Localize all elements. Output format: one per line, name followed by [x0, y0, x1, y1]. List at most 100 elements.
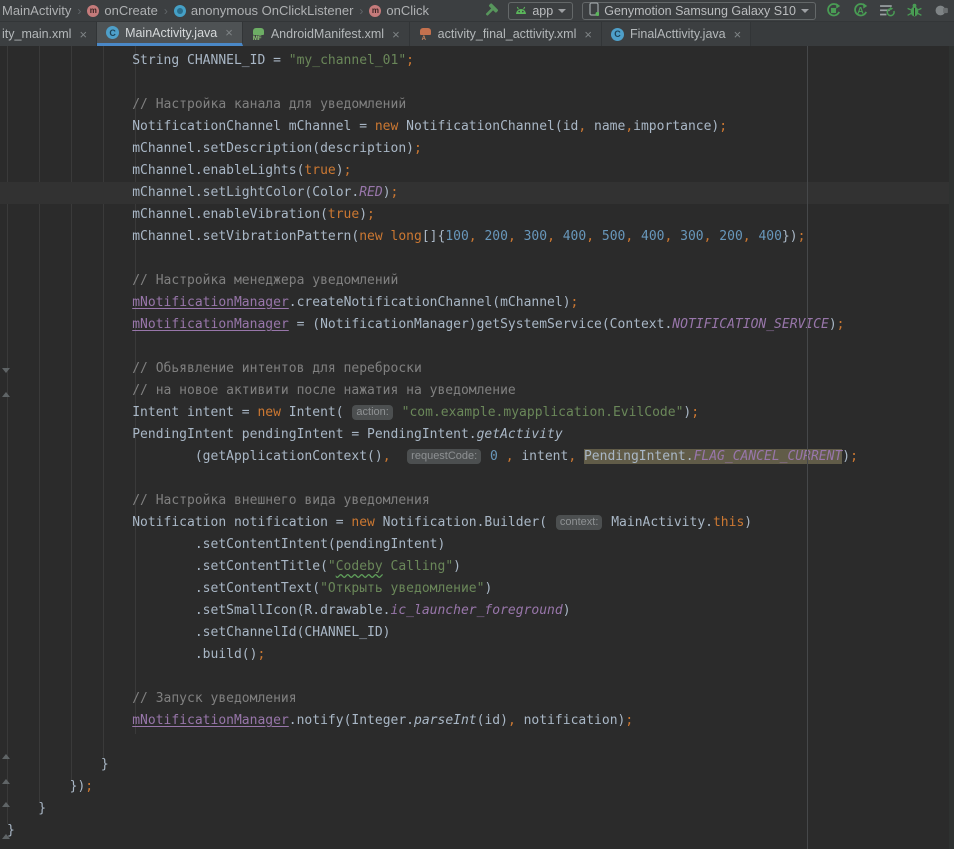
code-token: NOTIFICATION_SERVICE	[672, 317, 829, 332]
tab-label: MainActivity.java	[125, 26, 217, 40]
tab-close-icon[interactable]: ×	[390, 28, 400, 41]
code-area[interactable]: String CHANNEL_ID = "my_channel_01"; // …	[0, 46, 954, 842]
tab-close-icon[interactable]: ×	[582, 28, 592, 41]
tabs: ity_main.xml×MainActivity.java×AndroidMa…	[0, 22, 751, 46]
code-line[interactable]	[0, 72, 954, 94]
rerun-icon[interactable]	[879, 2, 896, 19]
code-line[interactable]: .setSmallIcon(R.drawable.ic_launcher_for…	[0, 600, 954, 622]
code-line[interactable]: .setContentIntent(pendingIntent)	[0, 534, 954, 556]
code-line[interactable]: NotificationChannel mChannel = new Notif…	[0, 116, 954, 138]
code-line[interactable]: mChannel.setLightColor(Color.RED);	[0, 182, 954, 204]
code-token: NotificationChannel(id	[398, 119, 578, 134]
run-config-dropdown[interactable]: app	[508, 2, 573, 20]
code-token: ;	[406, 53, 414, 68]
code-line[interactable]: .setContentTitle("Codeby Calling")	[0, 556, 954, 578]
code-line[interactable]	[0, 336, 954, 358]
debug-icon[interactable]	[906, 2, 923, 19]
code-token: action:	[352, 405, 392, 420]
device-dropdown[interactable]: Genymotion Samsung Galaxy S10	[582, 2, 816, 20]
code-token: ;	[719, 119, 727, 134]
code-line[interactable]: PendingIntent pendingIntent = PendingInt…	[0, 424, 954, 446]
code-line[interactable]: // Настройка внешнего вида уведомления	[0, 490, 954, 512]
code-token: })	[782, 229, 798, 244]
breadcrumb-separator-icon: ›	[163, 4, 169, 18]
fold-marker-icon[interactable]	[2, 779, 10, 784]
android-head-icon	[515, 4, 527, 18]
code-token: )	[453, 559, 461, 574]
tab-close-icon[interactable]: ×	[77, 28, 87, 41]
code-token: String CHANNEL_ID =	[7, 53, 289, 68]
tab-finalacttivity-java[interactable]: FinalActtivity.java ×	[602, 22, 751, 46]
tab-ity-main-xml[interactable]: ity_main.xml ×	[0, 22, 97, 46]
breadcrumb-item[interactable]: MainActivity	[2, 3, 71, 18]
code-token: )	[336, 163, 344, 178]
code-token: mNotificationManager	[132, 317, 289, 332]
apply-code-changes-icon[interactable]: A	[852, 2, 869, 19]
code-token: // Настройка менеджера уведомлений	[7, 273, 398, 288]
breadcrumb-item[interactable]: onClick	[386, 3, 429, 18]
code-token: ,	[586, 229, 594, 244]
editor-scrollbar[interactable]	[949, 46, 954, 849]
tab-androidmanifest-xml[interactable]: AndroidManifest.xml×	[243, 22, 410, 46]
code-line[interactable]: Notification notification = new Notifica…	[0, 512, 954, 534]
code-line[interactable]: mChannel.setVibrationPattern(new long[]{…	[0, 226, 954, 248]
code-line[interactable]: // Настройка канала для уведомлений	[0, 94, 954, 116]
code-token: Calling"	[383, 559, 453, 574]
code-line[interactable]	[0, 732, 954, 754]
editor[interactable]: String CHANNEL_ID = "my_channel_01"; // …	[0, 46, 954, 849]
tab-label: ity_main.xml	[2, 27, 71, 41]
code-line[interactable]: // на новое активити после нажатия на ув…	[0, 380, 954, 402]
code-line[interactable]: mNotificationManager.notify(Integer.pars…	[0, 710, 954, 732]
code-token: 100	[445, 229, 468, 244]
code-line[interactable]: }	[0, 820, 954, 842]
code-line[interactable]: mChannel.enableLights(true);	[0, 160, 954, 182]
code-line[interactable]: // Обьявление интентов для переброски	[0, 358, 954, 380]
build-hammer-icon[interactable]	[482, 2, 499, 19]
code-token: NotificationChannel mChannel =	[7, 119, 375, 134]
code-line[interactable]	[0, 468, 954, 490]
code-token: )	[829, 317, 837, 332]
code-token: long	[391, 229, 422, 244]
tab-close-icon[interactable]: ×	[732, 28, 742, 41]
code-line[interactable]: });	[0, 776, 954, 798]
code-token: this	[713, 515, 744, 530]
code-line[interactable]	[0, 666, 954, 688]
code-line[interactable]: mChannel.enableVibration(true);	[0, 204, 954, 226]
code-line[interactable]: String CHANNEL_ID = "my_channel_01";	[0, 50, 954, 72]
tab-mainactivity-java[interactable]: MainActivity.java ×	[97, 22, 243, 46]
tabbar-filler	[751, 22, 954, 46]
breadcrumb-item[interactable]: onCreate	[104, 3, 157, 18]
tab-close-icon[interactable]: ×	[223, 26, 233, 39]
fold-marker-icon[interactable]	[2, 802, 10, 807]
code-token: )	[842, 449, 850, 464]
code-token: = (NotificationManager)getSystemService(…	[289, 317, 673, 332]
code-line[interactable]: (getApplicationContext(), requestCode: 0…	[0, 446, 954, 468]
breadcrumb-item[interactable]: anonymous OnClickListener	[191, 3, 354, 18]
tab-activity-final-acttivity-xml[interactable]: activity_final_acttivity.xml×	[410, 22, 602, 46]
code-line[interactable]: // Запуск уведомления	[0, 688, 954, 710]
tab-label: FinalActtivity.java	[630, 27, 726, 41]
apply-changes-icon[interactable]	[825, 2, 842, 19]
code-line[interactable]: .setChannelId(CHANNEL_ID)	[0, 622, 954, 644]
code-token: mChannel.enableVibration(	[7, 207, 328, 222]
fold-marker-icon[interactable]	[2, 754, 10, 759]
fold-marker-icon[interactable]	[2, 368, 10, 373]
code-line[interactable]: }	[0, 754, 954, 776]
code-line[interactable]: .setContentText("Открыть уведомление")	[0, 578, 954, 600]
code-line[interactable]: // Настройка менеджера уведомлений	[0, 270, 954, 292]
code-line[interactable]: }	[0, 798, 954, 820]
code-token: .setSmallIcon(R.drawable.	[7, 603, 391, 618]
fold-marker-icon[interactable]	[2, 834, 10, 839]
breadcrumb-separator-icon: ›	[358, 4, 364, 18]
code-line[interactable]: mNotificationManager.createNotificationC…	[0, 292, 954, 314]
code-token	[394, 405, 402, 420]
code-line[interactable]: Intent intent = new Intent( action: "com…	[0, 402, 954, 424]
code-line[interactable]: .build();	[0, 644, 954, 666]
code-line[interactable]: mChannel.setDescription(description);	[0, 138, 954, 160]
code-line[interactable]	[0, 248, 954, 270]
code-token: new	[359, 229, 382, 244]
fold-marker-icon[interactable]	[2, 392, 10, 397]
code-line[interactable]: mNotificationManager = (NotificationMana…	[0, 314, 954, 336]
attach-debugger-icon[interactable]	[933, 2, 950, 19]
code-token: // Настройка внешнего вида уведомления	[7, 493, 430, 508]
